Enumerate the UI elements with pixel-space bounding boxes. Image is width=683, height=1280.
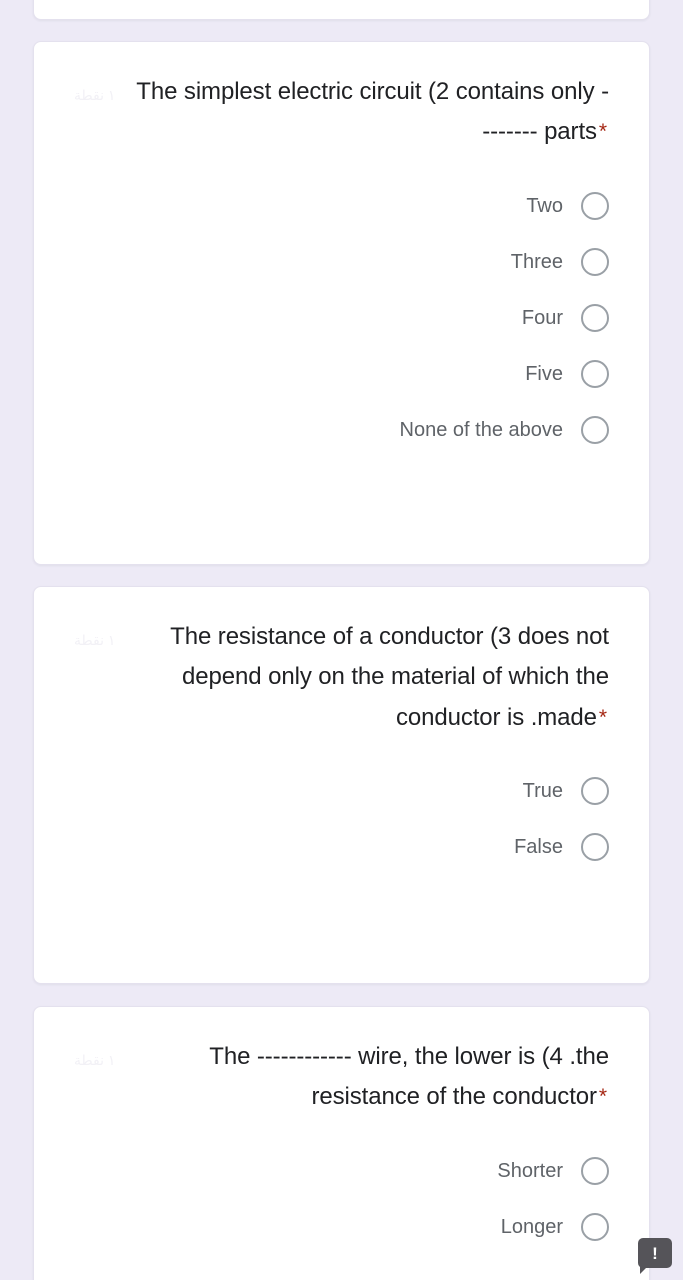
question-text: The ------------ wire, the lower is (4 .… xyxy=(209,1043,609,1111)
question-text: The simplest electric circuit (2 contain… xyxy=(136,78,609,146)
radio-button-icon[interactable] xyxy=(581,776,609,805)
option-row[interactable]: Shorter xyxy=(74,1148,609,1194)
option-label: Shorter xyxy=(497,1159,563,1182)
card-inner: The simplest electric circuit (2 contain… xyxy=(34,42,649,479)
option-row[interactable]: None of the above xyxy=(74,407,609,453)
question-title: The simplest electric circuit (2 contain… xyxy=(129,72,609,153)
radio-button-icon[interactable] xyxy=(581,359,609,388)
option-row[interactable]: Three xyxy=(74,239,609,285)
option-label: Four xyxy=(521,306,563,329)
question-header: The simplest electric circuit (2 contain… xyxy=(74,72,609,153)
question-points-label: ١ نقطة xyxy=(74,87,116,103)
option-row[interactable]: True xyxy=(74,768,609,814)
radio-button-icon[interactable] xyxy=(581,247,609,276)
card-inner: The resistance of a conductor (3 does no… xyxy=(34,587,649,896)
question-title: The ------------ wire, the lower is (4 .… xyxy=(129,1037,609,1118)
question-points-label: ١ نقطة xyxy=(74,632,116,648)
option-row[interactable]: Four xyxy=(74,295,609,341)
option-label: Two xyxy=(526,194,563,217)
option-label: False xyxy=(514,835,563,858)
option-label: True xyxy=(522,779,563,802)
radio-button-icon[interactable] xyxy=(581,303,609,332)
option-row[interactable]: Five xyxy=(74,351,609,397)
question-card-2[interactable]: The simplest electric circuit (2 contain… xyxy=(33,41,650,565)
options-list: Two Three Four Five None of the above xyxy=(74,183,609,453)
question-card-4[interactable]: The ------------ wire, the lower is (4 .… xyxy=(33,1006,650,1280)
question-text: The resistance of a conductor (3 does no… xyxy=(170,623,609,731)
question-card-partial-top xyxy=(33,0,650,20)
option-label: Five xyxy=(525,362,563,385)
required-asterisk: * xyxy=(598,705,607,729)
radio-button-icon[interactable] xyxy=(581,191,609,220)
question-title: The resistance of a conductor (3 does no… xyxy=(129,617,609,738)
feedback-exclamation-bubble-icon[interactable]: ! xyxy=(638,1238,672,1274)
question-header: The resistance of a conductor (3 does no… xyxy=(74,617,609,738)
option-row[interactable]: Two xyxy=(74,183,609,229)
form-scroll-container[interactable]: The simplest electric circuit (2 contain… xyxy=(0,0,683,1280)
required-asterisk: * xyxy=(598,1085,607,1109)
option-row[interactable]: Longer xyxy=(74,1204,609,1250)
option-label: Longer xyxy=(500,1215,563,1238)
question-card-3[interactable]: The resistance of a conductor (3 does no… xyxy=(33,586,650,984)
radio-button-icon[interactable] xyxy=(581,1156,609,1185)
question-header: The ------------ wire, the lower is (4 .… xyxy=(74,1037,609,1118)
radio-button-icon[interactable] xyxy=(581,832,609,861)
options-list: Shorter Longer xyxy=(74,1148,609,1250)
option-label: None of the above xyxy=(399,418,563,441)
option-row[interactable]: False xyxy=(74,824,609,870)
radio-button-icon[interactable] xyxy=(581,1212,609,1241)
options-list: True False xyxy=(74,768,609,870)
exclamation-glyph: ! xyxy=(652,1243,658,1263)
required-asterisk: * xyxy=(598,120,607,144)
card-inner: The ------------ wire, the lower is (4 .… xyxy=(34,1007,649,1276)
question-points-label: ١ نقطة xyxy=(74,1052,116,1068)
radio-button-icon[interactable] xyxy=(581,415,609,444)
option-label: Three xyxy=(510,250,563,273)
